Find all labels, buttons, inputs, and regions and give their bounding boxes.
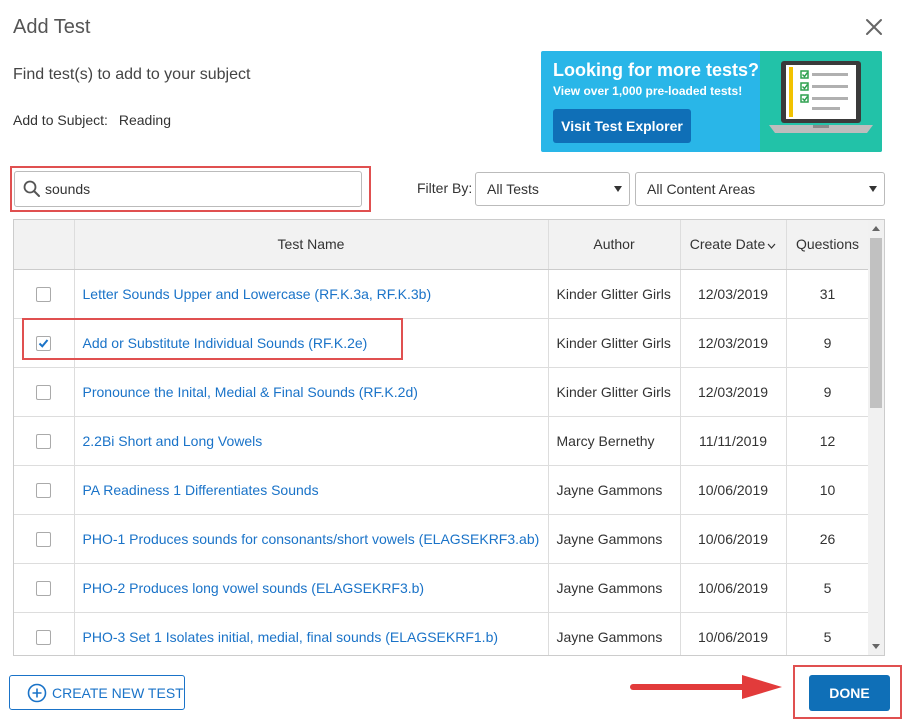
table-scrollbar[interactable] — [868, 220, 884, 655]
table-row[interactable]: Letter Sounds Upper and Lowercase (RF.K.… — [14, 269, 870, 319]
scroll-down-icon[interactable] — [872, 644, 880, 649]
tests-filter-value: All Tests — [487, 181, 539, 197]
create-date-cell: 12/03/2019 — [680, 269, 787, 319]
row-select-cell — [14, 563, 75, 613]
table-row[interactable]: PHO-2 Produces long vowel sounds (ELAGSE… — [14, 563, 870, 613]
tests-table: Test Name Author Create Date Questions L… — [13, 219, 885, 656]
row-checkbox[interactable] — [36, 384, 52, 400]
dialog-title: Add Test — [13, 16, 91, 38]
questions-count-cell: 5 — [786, 563, 870, 613]
row-select-cell — [14, 416, 75, 466]
table-row[interactable]: PA Readiness 1 Differentiates Sounds Jayn… — [14, 465, 870, 515]
dropdown-caret-icon — [869, 186, 877, 192]
create-date-cell: 12/03/2019 — [680, 318, 787, 368]
test-name-link[interactable]: 2.2Bi Short and Long Vowels — [74, 416, 549, 466]
subject-line: Add to Subject: Reading — [13, 112, 171, 128]
selected-row-annotation-box — [22, 318, 403, 360]
row-checkbox[interactable] — [36, 580, 52, 596]
search-field[interactable] — [14, 171, 362, 207]
dialog-subtitle: Find test(s) to add to your subject — [13, 66, 251, 83]
scroll-up-icon[interactable] — [872, 226, 880, 231]
subject-value: Reading — [118, 112, 171, 128]
row-checkbox[interactable] — [36, 531, 52, 547]
test-name-link[interactable]: PA Readiness 1 Differentiates Sounds — [74, 465, 549, 515]
author-cell: Marcy Bernethy — [548, 416, 681, 466]
create-date-cell: 10/06/2019 — [680, 465, 787, 515]
questions-header[interactable]: Questions — [786, 220, 870, 270]
create-date-cell: 10/06/2019 — [680, 612, 787, 655]
test-name-link[interactable]: PHO-2 Produces long vowel sounds (ELAGSE… — [74, 563, 549, 613]
select-column-header — [14, 220, 75, 270]
create-new-test-button[interactable]: CREATE NEW TEST — [9, 675, 185, 710]
author-cell: Jayne Gammons — [548, 465, 681, 515]
author-cell: Jayne Gammons — [548, 563, 681, 613]
test-name-link[interactable]: Pronounce the Inital, Medial & Final Sou… — [74, 367, 549, 417]
laptop-illustration-icon — [769, 61, 873, 133]
search-icon — [23, 180, 40, 197]
test-explorer-promo: Looking for more tests? View over 1,000 … — [541, 51, 882, 152]
close-icon[interactable] — [863, 16, 885, 38]
row-checkbox[interactable] — [36, 433, 52, 449]
author-cell: Kinder Glitter Girls — [548, 318, 681, 368]
tests-filter-select[interactable]: All Tests — [475, 172, 630, 206]
plus-circle-icon — [27, 683, 47, 702]
create-date-cell: 10/06/2019 — [680, 514, 787, 564]
questions-count-cell: 12 — [786, 416, 870, 466]
create-date-header-label: Create Date — [689, 236, 766, 253]
table-row[interactable]: PHO-3 Set 1 Isolates initial, medial, fi… — [14, 612, 870, 655]
author-header[interactable]: Author — [548, 220, 681, 270]
test-name-link[interactable]: Letter Sounds Upper and Lowercase (RF.K.… — [74, 269, 549, 319]
questions-count-cell: 26 — [786, 514, 870, 564]
table-row[interactable]: Pronounce the Inital, Medial & Final Sou… — [14, 367, 870, 417]
author-cell: Kinder Glitter Girls — [548, 269, 681, 319]
create-date-cell: 12/03/2019 — [680, 367, 787, 417]
author-cell: Kinder Glitter Girls — [548, 367, 681, 417]
content-area-filter-select[interactable]: All Content Areas — [635, 172, 885, 206]
create-date-header[interactable]: Create Date — [680, 220, 787, 270]
questions-count-cell: 10 — [786, 465, 870, 515]
questions-count-cell: 31 — [786, 269, 870, 319]
row-select-cell — [14, 465, 75, 515]
test-name-header[interactable]: Test Name — [74, 220, 549, 270]
test-name-link[interactable]: PHO-3 Set 1 Isolates initial, medial, fi… — [74, 612, 549, 655]
promo-headline: Looking for more tests? — [553, 60, 760, 80]
done-button[interactable]: DONE — [809, 675, 890, 711]
dropdown-caret-icon — [614, 186, 622, 192]
questions-count-cell: 5 — [786, 612, 870, 655]
row-select-cell — [14, 514, 75, 564]
create-date-cell: 10/06/2019 — [680, 563, 787, 613]
create-date-cell: 11/11/2019 — [680, 416, 787, 466]
row-checkbox[interactable] — [36, 286, 52, 302]
row-select-cell — [14, 269, 75, 319]
table-header-row: Test Name Author Create Date Questions — [14, 220, 870, 270]
questions-count-cell: 9 — [786, 318, 870, 368]
search-input[interactable] — [45, 178, 345, 200]
sort-down-icon — [767, 243, 776, 249]
create-new-test-label: CREATE NEW TEST — [52, 684, 184, 701]
author-cell: Jayne Gammons — [548, 514, 681, 564]
test-name-link[interactable]: PHO-1 Produces sounds for consonants/sho… — [74, 514, 549, 564]
visit-test-explorer-button[interactable]: Visit Test Explorer — [553, 109, 691, 143]
content-filter-value: All Content Areas — [647, 181, 756, 197]
annotation-arrow-icon — [630, 675, 782, 699]
table-row[interactable]: 2.2Bi Short and Long Vowels Marcy Berneth… — [14, 416, 870, 466]
scrollbar-thumb[interactable] — [870, 238, 882, 408]
row-select-cell — [14, 367, 75, 417]
subject-label: Add to Subject: — [13, 112, 108, 128]
table-row[interactable]: PHO-1 Produces sounds for consonants/sho… — [14, 514, 870, 564]
promo-subtext: View over 1,000 pre-loaded tests! — [553, 84, 743, 98]
filter-label: Filter By: — [417, 180, 473, 196]
questions-count-cell: 9 — [786, 367, 870, 417]
row-select-cell — [14, 612, 75, 655]
row-checkbox[interactable] — [36, 629, 52, 645]
row-checkbox[interactable] — [36, 482, 52, 498]
author-cell: Jayne Gammons — [548, 612, 681, 655]
